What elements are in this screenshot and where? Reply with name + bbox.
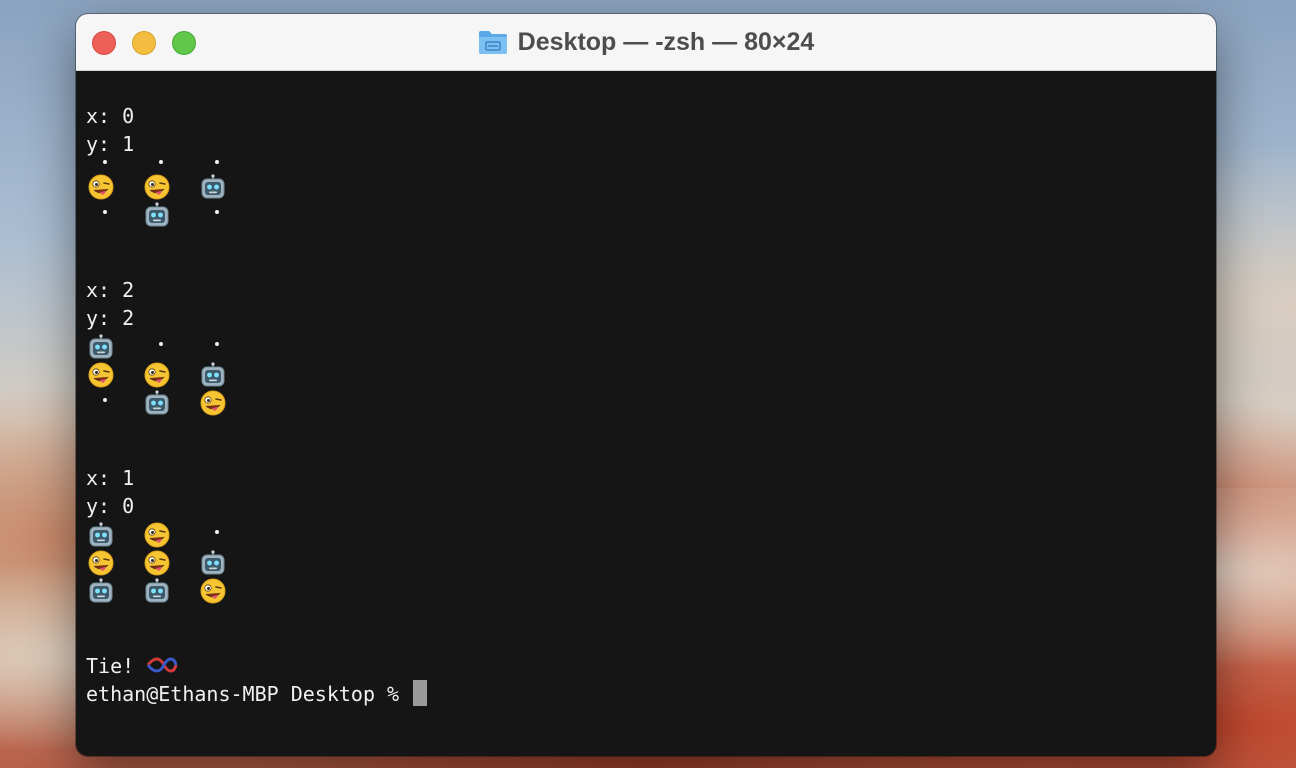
y-coordinate-line: y: 2 (86, 306, 135, 330)
knot-icon (147, 657, 178, 673)
zany-face-icon (144, 550, 170, 576)
prompt-line[interactable]: ethan@Ethans-MBP Desktop % (86, 680, 1206, 708)
board-cell-filled (198, 388, 254, 416)
robot-face-icon (89, 578, 113, 603)
terminal-output[interactable]: x: 0 y: 1 x: 2 y: 2 x: 1 y: 0 Tie! ethan… (86, 102, 1206, 756)
board-cell-empty (86, 388, 142, 416)
board-cell-empty (198, 332, 254, 360)
robot-face-icon (201, 174, 225, 199)
board-row (86, 548, 1206, 576)
game-board (86, 158, 1206, 228)
board-cell-filled (142, 520, 198, 548)
robot-face-icon (89, 334, 113, 359)
board-cell-filled (142, 360, 198, 388)
board-cell-empty (86, 200, 142, 228)
zany-face-icon (88, 174, 114, 200)
board-row (86, 200, 1206, 228)
board-cell-filled (198, 548, 254, 576)
board-cell-filled (86, 576, 142, 604)
zany-face-icon (88, 550, 114, 576)
zany-face-icon (144, 174, 170, 200)
board-row (86, 332, 1206, 360)
board-cell-filled (198, 172, 254, 200)
board-row (86, 576, 1206, 604)
game-board (86, 520, 1206, 604)
board-cell-filled (142, 172, 198, 200)
board-cell-empty (142, 332, 198, 360)
window-title-area: Desktop — -zsh — 80×24 (76, 14, 1216, 70)
robot-face-icon (89, 522, 113, 547)
board-cell-filled (86, 172, 142, 200)
zany-face-icon (200, 390, 226, 416)
window-title: Desktop — -zsh — 80×24 (517, 27, 815, 56)
board-row (86, 172, 1206, 200)
result-line: Tie! (86, 652, 1206, 680)
y-coordinate-line: y: 0 (86, 494, 135, 518)
board-cell-filled (142, 548, 198, 576)
board-cell-filled (86, 520, 142, 548)
board-marker-row (86, 158, 1206, 172)
board-marker (86, 158, 142, 172)
board-cell-filled (86, 360, 142, 388)
zany-face-icon (200, 578, 226, 604)
title-bar[interactable]: Desktop — -zsh — 80×24 (76, 14, 1216, 71)
y-coordinate-line: y: 1 (86, 132, 135, 156)
zany-face-icon (144, 522, 170, 548)
board-cell-filled (198, 360, 254, 388)
robot-face-icon (145, 202, 169, 227)
game-board (86, 332, 1206, 416)
folder-icon (478, 31, 507, 54)
board-cell-filled (86, 548, 142, 576)
result-text: Tie! (86, 654, 147, 678)
x-coordinate-line: x: 2 (86, 278, 135, 302)
board-cell-filled (142, 200, 198, 228)
x-coordinate-line: x: 1 (86, 466, 135, 490)
terminal-window[interactable]: Desktop — -zsh — 80×24 x: 0 y: 1 x: 2 y:… (76, 14, 1216, 756)
board-marker (142, 158, 198, 172)
board-row (86, 360, 1206, 388)
x-coordinate-line: x: 0 (86, 104, 135, 128)
board-cell-empty (198, 520, 254, 548)
shell-prompt: ethan@Ethans-MBP Desktop % (86, 682, 412, 706)
robot-face-icon (201, 550, 225, 575)
zany-face-icon (88, 362, 114, 388)
board-cell-filled (86, 332, 142, 360)
board-cell-empty (198, 200, 254, 228)
robot-face-icon (145, 390, 169, 415)
board-cell-filled (198, 576, 254, 604)
robot-face-icon (145, 578, 169, 603)
board-cell-filled (142, 576, 198, 604)
board-row (86, 388, 1206, 416)
robot-face-icon (201, 362, 225, 387)
board-row (86, 520, 1206, 548)
board-cell-filled (142, 388, 198, 416)
text-cursor (413, 680, 428, 706)
zany-face-icon (144, 362, 170, 388)
board-marker (198, 158, 254, 172)
